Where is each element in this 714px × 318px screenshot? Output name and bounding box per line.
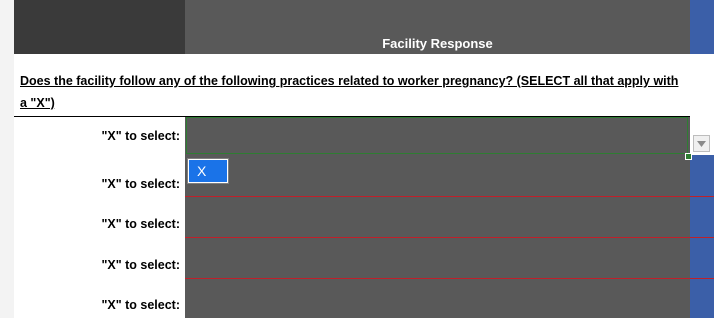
selected-response-cell[interactable] <box>186 117 688 154</box>
header-facility-response-cell: Facility Response <box>185 0 690 54</box>
fill-handle[interactable] <box>685 153 692 160</box>
row-label-1: "X" to select: <box>101 129 180 143</box>
row-divider <box>185 237 714 238</box>
row-label-4: "X" to select: <box>101 258 180 272</box>
dropdown-list: X <box>187 158 229 184</box>
row-label-3: "X" to select: <box>101 217 180 231</box>
dropdown-button[interactable] <box>693 135 710 152</box>
column-title: Facility Response <box>382 36 493 51</box>
row-divider <box>185 278 714 279</box>
chevron-down-icon <box>697 140 706 147</box>
row-label-2: "X" to select: <box>101 177 180 191</box>
question-text: Does the facility follow any of the foll… <box>20 74 679 110</box>
header-left-cell <box>14 0 185 54</box>
row-label-5: "X" to select: <box>101 298 180 312</box>
row-divider <box>185 196 714 197</box>
dropdown-option-x[interactable]: X <box>189 160 227 182</box>
header-right-cell <box>690 0 714 54</box>
